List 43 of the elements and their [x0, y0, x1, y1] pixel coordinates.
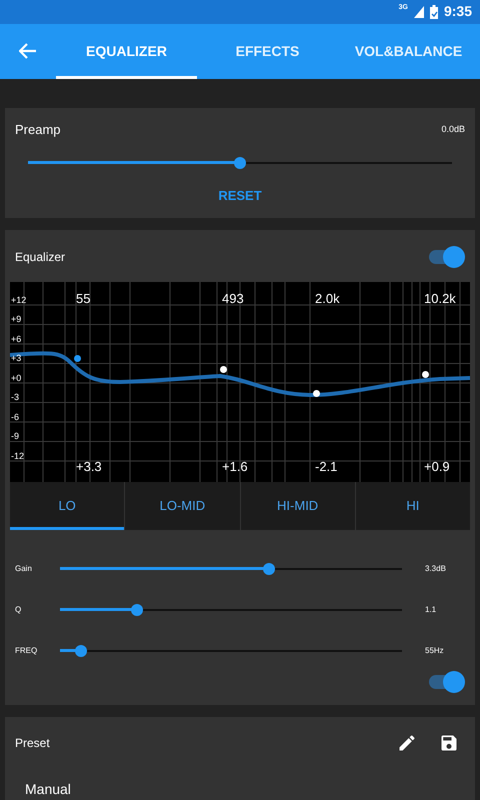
axis-label: -3 [10, 391, 20, 404]
signal-icon [414, 6, 424, 18]
slider-label: Gain [15, 562, 33, 575]
gain-label: +1.6 [222, 458, 248, 476]
axis-label: +6 [10, 332, 22, 346]
gain-label: +0.9 [424, 458, 450, 476]
axis-label: -12 [10, 450, 26, 463]
frequency-label: 493 [222, 290, 244, 308]
preset-label: Preset [15, 734, 51, 752]
equalizer-label: Equalizer [15, 248, 66, 266]
pencil-icon [397, 732, 417, 753]
gain-label: -2.1 [315, 458, 338, 476]
band-point[interactable] [74, 355, 80, 362]
axis-label: +12 [10, 294, 26, 307]
band-point[interactable] [422, 371, 428, 378]
axis-label: +0 [10, 372, 22, 385]
axis-label: +3 [10, 352, 22, 366]
band-tab[interactable]: HI [354, 482, 470, 530]
gain-label: +3.3 [76, 458, 102, 476]
axis-label: +9 [10, 313, 22, 326]
band-tab[interactable]: LO-MID [124, 482, 240, 530]
slider-reading: 1.1 [425, 604, 436, 616]
frequency-label: 55 [76, 290, 90, 308]
slider-label: Q [15, 604, 22, 616]
preset-value[interactable]: Manual [25, 778, 465, 800]
reset-button[interactable]: RESET [214, 186, 266, 205]
slider-label: FREQ [15, 644, 38, 657]
band-tab[interactable]: HI-MID [240, 482, 355, 530]
band-point[interactable] [220, 366, 226, 374]
band-tab[interactable]: LO [10, 482, 124, 530]
battery-icon [430, 4, 438, 19]
clock: 9:35 [444, 2, 472, 22]
frequency-label: 2.0k [315, 290, 340, 308]
slider-reading: 3.3dB [425, 562, 446, 575]
save-icon [439, 732, 459, 753]
slider-reading: 55Hz [425, 644, 444, 657]
preamp-label: Preamp [15, 121, 61, 139]
preamp-reading: 0.0dB [441, 123, 465, 136]
back-icon [19, 43, 37, 60]
axis-label: -9 [10, 430, 20, 444]
frequency-label: 10.2k [424, 290, 456, 308]
axis-label: -6 [10, 410, 20, 424]
band-point[interactable] [312, 390, 320, 398]
